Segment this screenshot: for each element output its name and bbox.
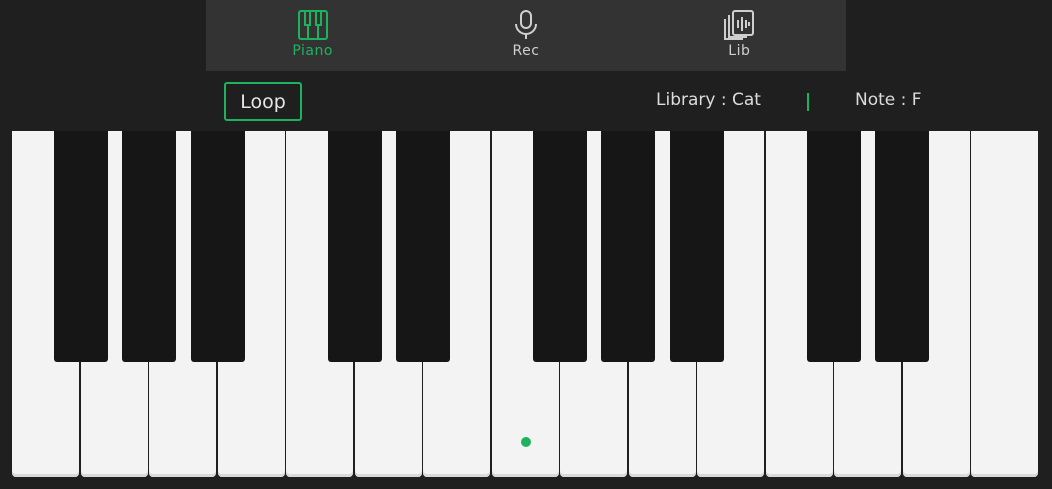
divider: [807, 93, 809, 111]
library-icon: [724, 10, 755, 40]
tab-lib[interactable]: Lib: [633, 0, 846, 71]
black-key[interactable]: [807, 131, 861, 362]
middle-c-marker: [521, 437, 531, 447]
tab-rec-label: Rec: [512, 43, 540, 59]
piano-app: Piano Rec Lib Loop Library : Cat Note: …: [0, 0, 1052, 489]
black-key[interactable]: [670, 131, 724, 362]
black-key[interactable]: [533, 131, 587, 362]
tab-piano-label: Piano: [292, 43, 333, 59]
piano-icon: [297, 10, 328, 40]
white-key[interactable]: [971, 131, 1038, 477]
black-key[interactable]: [875, 131, 929, 362]
library-status: Library : Cat: [656, 90, 761, 110]
piano-keyboard: [12, 131, 1040, 478]
black-key[interactable]: [396, 131, 450, 362]
tab-lib-label: Lib: [728, 43, 751, 59]
tab-bar: Piano Rec Lib: [206, 0, 846, 71]
tab-rec[interactable]: Rec: [419, 0, 632, 71]
tab-piano[interactable]: Piano: [206, 0, 419, 71]
black-key[interactable]: [328, 131, 382, 362]
loop-button[interactable]: Loop: [224, 82, 302, 121]
note-status: Note : F: [855, 90, 922, 110]
black-key[interactable]: [122, 131, 176, 362]
black-key[interactable]: [601, 131, 655, 362]
microphone-icon: [514, 10, 537, 39]
black-key[interactable]: [191, 131, 245, 362]
black-key[interactable]: [54, 131, 108, 362]
